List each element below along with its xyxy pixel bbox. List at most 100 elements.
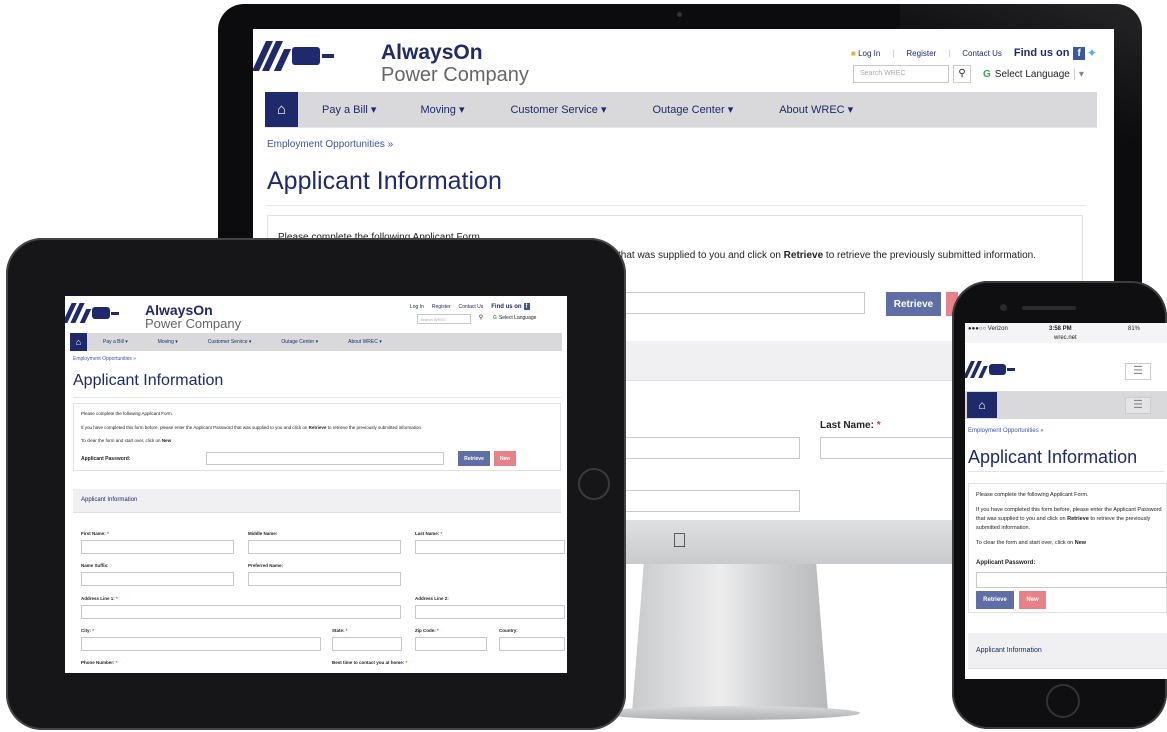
imac-camera [677,12,682,17]
password-label: Applicant Password: [81,456,131,462]
phone-screen: ●●●○○ Verizon 3:58 PM 81% wrec.net ☰ ⌂ ☰… [965,323,1167,679]
twitter-icon[interactable]: ✦ [1087,46,1097,60]
nav-moving[interactable]: Moving ▾ [420,103,464,116]
retrieve-word: Retrieve [783,250,824,261]
password-input[interactable] [206,452,444,465]
home-icon[interactable]: ⌂ [967,392,997,418]
menu-icon[interactable]: ☰ [1125,363,1151,380]
imac-stand [632,564,828,712]
preferred-name-input[interactable] [623,490,800,512]
password-input[interactable] [976,572,1167,588]
search-icon[interactable]: ⚲ [475,314,487,324]
facebook-icon[interactable]: f [1073,46,1085,60]
intro-text: If you have completed this form before, … [81,425,308,430]
login-link[interactable]: ■ Log In [851,49,880,58]
nav-moving[interactable]: Moving ▾ [158,339,178,345]
language-select[interactable]: Select Language [995,69,1070,80]
page-title: Applicant Information [73,372,224,389]
lock-icon: ■ [851,48,856,58]
breadcrumb[interactable]: Employment Opportunities » [267,139,393,150]
breadcrumb[interactable]: Employment Opportunities » [73,356,136,362]
site-logo[interactable] [253,41,334,71]
address2-input[interactable] [415,605,565,619]
intro-text: that was supplied to you and click on [618,250,781,261]
address1-input[interactable] [81,605,401,619]
nav-toggle-icon[interactable]: ☰ [1125,397,1151,414]
plug-icon [292,47,320,65]
plug-prong [1007,368,1015,371]
nav-pay-bill[interactable]: Pay a Bill ▾ [103,339,128,345]
nav-customer-service[interactable]: Customer Service ▾ [510,103,606,116]
register-link[interactable]: Register [906,49,936,58]
form-intro-2: If you have completed this form before, … [81,425,422,430]
site-logo[interactable] [65,303,119,323]
divider [265,127,1097,128]
contact-link[interactable]: Contact Us [962,49,1002,58]
logo-stripes-icon [65,303,92,323]
middle-name-input[interactable] [623,437,800,459]
nav-about[interactable]: About WREC ▾ [779,103,853,116]
contact-link[interactable]: Contact Us [459,304,484,310]
language-select[interactable]: Select Language [499,315,537,321]
first-name-label: First Name: * [81,531,109,536]
retrieve-button[interactable]: Retrieve [976,591,1014,609]
required-mark: * [115,660,118,665]
password-label: Applicant Password: [976,560,1036,566]
zip-input[interactable] [415,637,487,651]
address2-label: Address Line 2: [415,596,449,601]
status-bar: ●●●○○ Verizon 3:58 PM 81% wrec.net [965,323,1167,343]
chevron-down-icon[interactable]: ▾ [1073,68,1084,80]
required-mark: * [405,660,408,665]
divider [267,205,1085,206]
preferred-name-input[interactable] [248,572,401,586]
site-logo[interactable] [965,361,1015,378]
nav-about[interactable]: About WREC ▾ [348,339,382,345]
find-us-label: Find us on [491,303,522,310]
city-input[interactable] [81,637,321,651]
login-label: Log In [858,48,881,58]
zip-text: Zip Code: [415,628,436,633]
country-label: Country: [499,628,518,633]
password-input[interactable] [617,292,865,314]
breadcrumb[interactable]: Employment Opportunities » [968,428,1044,434]
ipad-home-button [578,468,610,500]
nav-outage-center[interactable]: Outage Center ▾ [652,103,733,116]
divider [73,397,561,398]
nav-customer-service[interactable]: Customer Service ▾ [208,339,252,345]
new-button[interactable]: New [1019,591,1046,609]
retrieve-button[interactable]: Retrieve [458,451,490,466]
middle-name-input[interactable] [248,540,401,554]
retrieve-word: Retrieve [1067,516,1089,522]
login-link[interactable]: Log In [410,304,424,310]
tablet-screen: AlwaysOn Power Company Log In Register C… [65,296,567,673]
new-button[interactable]: New [494,451,516,466]
home-icon[interactable]: ⌂ [265,92,298,127]
nav-pay-bill[interactable]: Pay a Bill ▾ [322,103,376,116]
name-suffix-input[interactable] [81,572,234,586]
url-label[interactable]: wrec.net [1054,335,1077,341]
search-icon[interactable]: ⚲ [953,65,971,83]
retrieve-button[interactable]: Retrieve [886,292,941,316]
apple-logo-icon:  [672,530,687,553]
facebook-icon[interactable]: f [523,303,530,310]
intro-suffix: to retrieve the previously submitted inf… [327,425,423,430]
search-input[interactable]: Search WREC [417,314,471,324]
city-text: City: [81,628,91,633]
state-select[interactable] [332,637,402,651]
home-icon[interactable]: ⌂ [70,333,87,351]
nav-outage-center[interactable]: Outage Center ▾ [281,339,318,345]
brand-tagline: Power Company [381,64,529,86]
clear-instructions: To clear the form and start over, click … [81,438,171,443]
last-name-input[interactable] [820,437,970,459]
form-intro: Please complete the following Applicant … [976,492,1089,498]
search-input[interactable]: Search WREC [853,65,949,83]
first-name-input[interactable] [81,540,234,554]
form-intro-2: that was supplied to you and click on Re… [618,250,1036,261]
form-intro: Please complete the following Applicant … [81,411,174,416]
phone-text: Phone Number: [81,660,115,665]
last-name-label: Last Name: * [415,531,442,536]
last-name-input[interactable] [415,540,565,554]
register-link[interactable]: Register [432,304,451,310]
address1-text: Address Line 1: [81,596,115,601]
country-select[interactable] [499,637,565,651]
